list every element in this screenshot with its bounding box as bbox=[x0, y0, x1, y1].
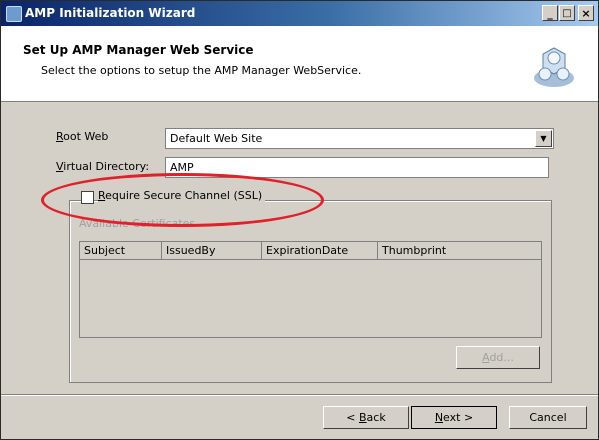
close-button[interactable]: × bbox=[578, 5, 594, 21]
footer-divider bbox=[1, 394, 598, 396]
page-title: Set Up AMP Manager Web Service bbox=[23, 43, 254, 57]
next-button[interactable]: Next > bbox=[411, 406, 497, 429]
wizard-window: AMP Initialization Wizard _ □ × Set Up A… bbox=[0, 0, 599, 440]
network-icon bbox=[534, 47, 574, 87]
maximize-button[interactable]: □ bbox=[559, 5, 575, 21]
column-thumbprint[interactable]: Thumbprint bbox=[378, 242, 541, 260]
root-web-select[interactable]: Default Web Site ▼ bbox=[165, 128, 554, 149]
column-expirationdate[interactable]: ExpirationDate bbox=[262, 242, 378, 260]
chevron-down-icon[interactable]: ▼ bbox=[535, 130, 552, 147]
certificates-list[interactable]: Subject IssuedBy ExpirationDate Thumbpri… bbox=[79, 241, 542, 338]
column-subject[interactable]: Subject bbox=[80, 242, 162, 260]
annotation-ellipse bbox=[41, 173, 324, 227]
virtual-directory-label: Virtual Directory: bbox=[56, 160, 150, 173]
add-certificate-button[interactable]: Add... bbox=[456, 346, 540, 369]
root-web-label: Root Web bbox=[56, 130, 109, 143]
cancel-button[interactable]: Cancel bbox=[509, 406, 587, 429]
app-icon bbox=[6, 6, 22, 22]
page-subtitle: Select the options to setup the AMP Mana… bbox=[41, 64, 362, 77]
column-issuedby[interactable]: IssuedBy bbox=[162, 242, 262, 260]
root-web-value: Default Web Site bbox=[170, 132, 263, 145]
minimize-button[interactable]: _ bbox=[542, 5, 558, 21]
wizard-header: Set Up AMP Manager Web Service Select th… bbox=[1, 26, 598, 102]
back-button[interactable]: < Back bbox=[323, 406, 409, 429]
title-bar[interactable]: AMP Initialization Wizard _ □ × bbox=[1, 1, 598, 26]
window-title: AMP Initialization Wizard bbox=[25, 6, 196, 20]
